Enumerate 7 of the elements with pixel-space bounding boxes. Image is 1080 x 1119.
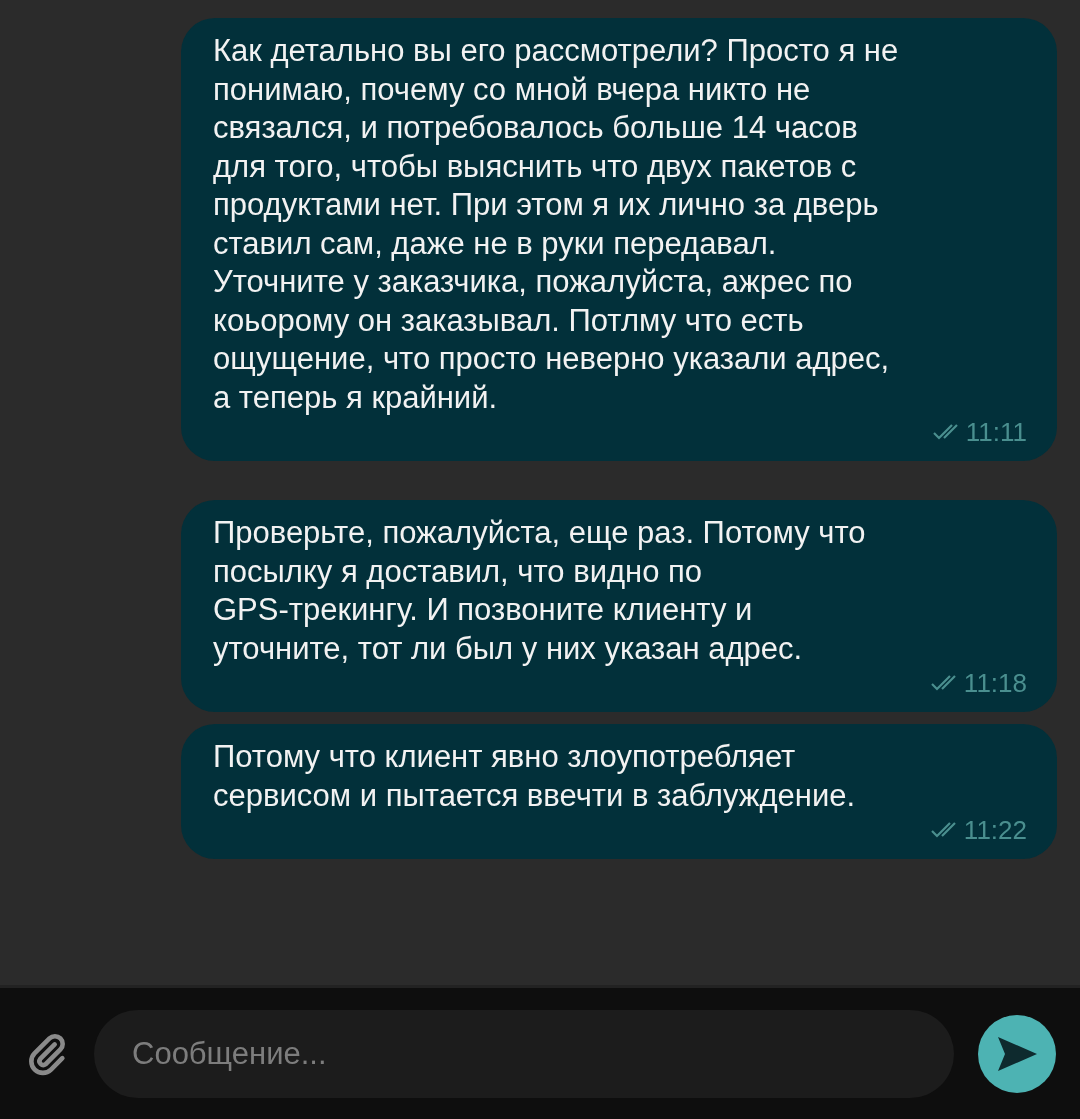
message-text: Как детально вы его рассмотрели? Просто я не понимаю, почему со мной вчера никто не связался, и потребовалось больше 14 часов для того, чтобы выяснить что двух пакетов с продуктами нет. При этом я их лично за дверь ставил сам, даже не в руки передавал. Уточните у заказчика, пожалуйста, ажрес по коьорому он заказывал. Потлму что есть ощущение, что просто неверно указали адрес, а теперь я крайний. bbox=[213, 32, 900, 417]
message-input[interactable]: Сообщение... bbox=[94, 1009, 954, 1098]
message-time: 11:11 bbox=[965, 417, 1027, 447]
message-text: Проверьте, пожалуйста, еще раз. Потому что посылку я доставил, что видно по GPS-трекингу. И позвоните клиенту и уточните, тот ли был у них указан адрес. bbox=[213, 514, 867, 668]
message-time: 11:22 bbox=[963, 815, 1027, 845]
message-time: 11:18 bbox=[963, 668, 1027, 698]
message-text: Потому что клиент явно злоупотребляет сервисом и пытается ввечти в заблуждение. bbox=[213, 738, 857, 815]
